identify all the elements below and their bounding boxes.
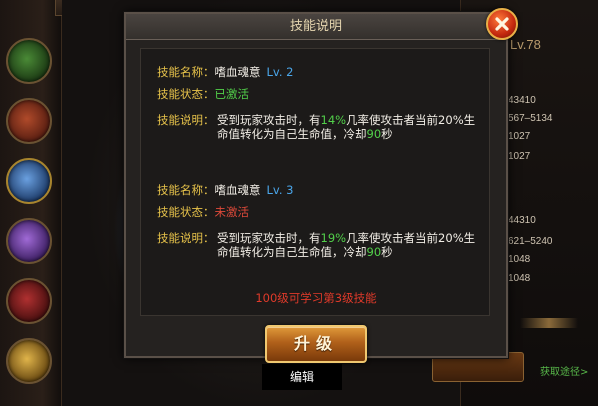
skill-name-row: 技能名称：嗜血魂意 Lv. 2 [157,65,293,80]
skill-slot-icon[interactable] [6,38,52,84]
skill-slot-icon[interactable] [6,278,52,324]
desc-text: 受到玩家攻击时，有 [217,113,321,127]
stat-value: 44310 [508,215,536,226]
stat-value: 621–5240 [508,236,553,247]
skill-name: 嗜血魂意 [214,65,261,79]
skill-desc-label-row: 技能说明： [157,231,215,246]
cooldown-value: 90 [366,245,382,259]
skill-slot-icon[interactable] [6,158,52,204]
cooldown-value: 90 [366,127,382,141]
level-label: Lv.78 [510,37,541,52]
desc-text: 秒 [381,245,393,259]
close-x-icon [495,17,509,31]
stat-value: 1048 [508,273,531,284]
skill-desc-label-row: 技能说明： [157,113,215,128]
trigger-chance: 14% [320,113,347,127]
skill-desc-label: 技能说明： [157,113,215,127]
skill-slot-icon[interactable] [6,338,52,384]
upgrade-button[interactable]: 升级 [265,325,367,363]
skill-status-row: 技能状态：已激活 [157,87,249,102]
skill-status-label: 技能状态： [157,205,215,219]
skill-status-label: 技能状态： [157,87,215,101]
divider-ornament [520,318,578,328]
skill-status: 未激活 [214,205,250,219]
desc-text: 受到玩家攻击时，有 [217,231,321,245]
skill-name-row: 技能名称：嗜血魂意 Lv. 3 [157,183,293,198]
skill-rail [0,0,62,406]
unlock-note: 100级可学习第3级技能 [255,291,377,305]
edit-caption: 编辑 [262,364,342,390]
stat-value: 1027 [508,151,531,162]
close-button[interactable] [486,8,518,40]
skill-name-label: 技能名称： [157,65,215,79]
skill-level: Lv. 3 [266,183,294,197]
skill-description: 受到玩家攻击时，有19%几率使攻击者当前20%生命值转化为自己生命值，冷却90秒 [217,231,479,259]
skill-name-label: 技能名称： [157,183,215,197]
source-link[interactable]: 获取途径> [540,363,588,378]
stat-value: 43410 [508,95,536,106]
skill-name: 嗜血魂意 [214,183,261,197]
trigger-chance: 19% [320,231,347,245]
skill-details: 技能名称：嗜血魂意 Lv. 2 技能状态：已激活 技能说明： 受到玩家攻击时，有1… [140,48,490,316]
skill-status-row: 技能状态：未激活 [157,205,249,220]
skill-description: 受到玩家攻击时，有14%几率使攻击者当前20%生命值转化为自己生命值，冷却90秒 [217,113,479,141]
skill-slot-icon[interactable] [6,218,52,264]
stat-value: 567–5134 [508,113,553,124]
skill-slot-icon[interactable] [6,98,52,144]
skill-status: 已激活 [214,87,250,101]
skill-level: Lv. 2 [266,65,294,79]
skill-info-dialog: 技能说明 技能名称：嗜血魂意 Lv. 2 技能状态：已激活 技能说明： 受到玩家攻… [124,8,518,363]
desc-text: 秒 [381,127,393,141]
skill-desc-label: 技能说明： [157,231,215,245]
stat-value: 1048 [508,254,531,265]
stat-value: 1027 [508,131,531,142]
dialog-title: 技能说明 [289,19,342,34]
